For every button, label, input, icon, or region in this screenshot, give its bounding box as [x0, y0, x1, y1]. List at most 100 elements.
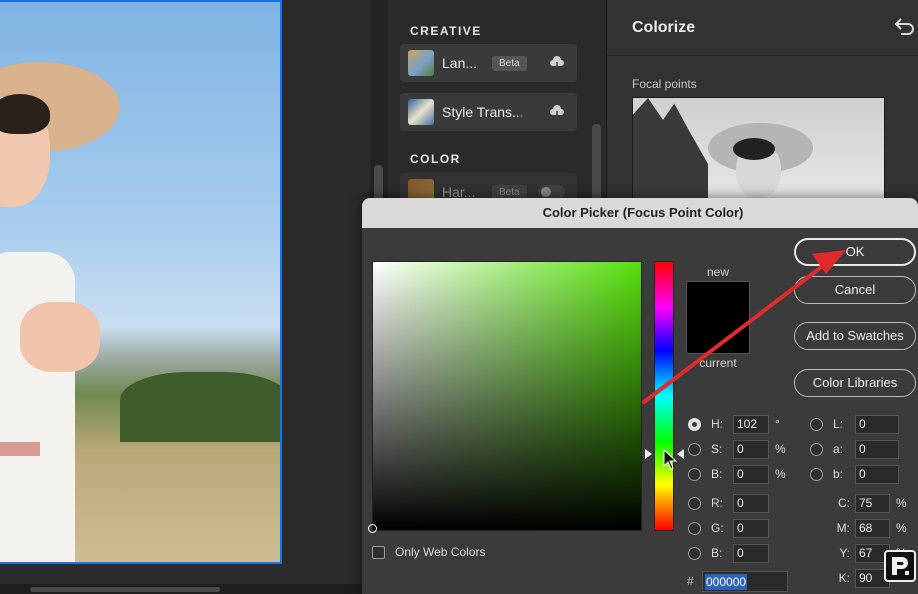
canvas-vertical-scrollbar[interactable] — [370, 0, 388, 200]
only-web-colors-option[interactable]: Only Web Colors — [372, 545, 485, 559]
hue-row: H: 102 ° — [688, 414, 780, 434]
panel-title: Colorize — [632, 19, 696, 36]
magenta-input[interactable]: 68 — [855, 518, 890, 538]
hue-label: H: — [711, 417, 723, 431]
filter-item-style-transfer[interactable]: Style Trans... — [400, 93, 577, 131]
hex-value-selected: 000000 — [705, 574, 748, 590]
lab-b-input[interactable]: 0 — [855, 464, 899, 484]
yellow-label: Y: — [839, 546, 850, 560]
cloud-download-icon[interactable] — [549, 56, 565, 70]
cyan-label: C: — [838, 496, 850, 510]
document-photo[interactable] — [0, 0, 282, 564]
only-web-colors-checkbox[interactable] — [372, 545, 385, 559]
color-field-cursor[interactable] — [368, 524, 377, 533]
brightness-radio[interactable] — [688, 467, 701, 481]
toggle-switch[interactable] — [539, 185, 565, 199]
saturation-brightness-field[interactable] — [372, 261, 642, 531]
saturation-label: S: — [711, 442, 723, 456]
lab-l-radio[interactable] — [810, 417, 823, 431]
green-radio[interactable] — [688, 521, 701, 535]
saturation-input[interactable]: 0 — [733, 439, 769, 459]
lab-b-label: b: — [833, 467, 844, 481]
red-radio[interactable] — [688, 496, 701, 510]
undo-icon[interactable] — [893, 18, 915, 36]
canvas-vertical-scrollbar-thumb[interactable] — [374, 165, 383, 200]
lab-l-label: L: — [833, 417, 844, 431]
black-label: K: — [838, 571, 850, 585]
saturation-unit: % — [775, 442, 786, 456]
brightness-label: B: — [711, 467, 723, 481]
preview-trees — [633, 98, 708, 206]
magenta-row: M: 68 % — [830, 518, 907, 538]
horizontal-scrollbar[interactable] — [0, 584, 372, 594]
hue-slider[interactable] — [654, 261, 674, 531]
ok-button[interactable]: OK — [794, 238, 916, 266]
photo-belt — [0, 442, 40, 456]
landscape-thumbnail — [408, 50, 434, 76]
magenta-label: M: — [836, 521, 850, 535]
cancel-button[interactable]: Cancel — [794, 276, 916, 304]
green-input[interactable]: 0 — [733, 518, 769, 538]
red-input[interactable]: 0 — [733, 493, 769, 513]
horizontal-scrollbar-thumb[interactable] — [30, 587, 220, 592]
lab-l-row: L: 0 — [810, 414, 899, 434]
lab-a-label: a: — [833, 442, 844, 456]
blue-row: B: 0 — [688, 543, 769, 563]
blue-input[interactable]: 0 — [733, 543, 769, 563]
current-color-swatch[interactable] — [686, 317, 750, 354]
beta-badge: Beta — [492, 55, 527, 71]
green-row: G: 0 — [688, 518, 769, 538]
dialog-titlebar[interactable]: Color Picker (Focus Point Color) — [362, 198, 918, 228]
hex-prefix: # — [687, 574, 694, 588]
filters-scrollbar[interactable] — [592, 124, 601, 200]
style-transfer-thumbnail — [408, 99, 434, 125]
photo-trees — [120, 372, 280, 442]
saturation-radio[interactable] — [688, 442, 701, 456]
cloud-download-icon[interactable] — [549, 105, 565, 119]
watermark-glyph-icon — [892, 557, 909, 575]
focal-points-label: Focal points — [632, 77, 697, 91]
hue-unit: ° — [775, 417, 780, 431]
lab-b-radio[interactable] — [810, 467, 823, 481]
brightness-input[interactable]: 0 — [733, 464, 769, 484]
lab-l-input[interactable]: 0 — [855, 414, 899, 434]
hue-radio[interactable] — [688, 417, 701, 431]
photo-hair — [0, 94, 50, 134]
color-libraries-button[interactable]: Color Libraries — [794, 369, 916, 397]
filters-panel: CREATIVE Lan... Beta Style Trans... COLO… — [388, 0, 606, 211]
hue-slider-left-arrow[interactable] — [645, 449, 652, 459]
canvas-area — [0, 0, 372, 594]
hue-input[interactable]: 102 — [733, 414, 769, 434]
hex-input[interactable]: 000000 — [702, 571, 788, 592]
magenta-unit: % — [896, 521, 907, 535]
lab-a-row: a: 0 — [810, 439, 899, 459]
cyan-row: C: 75 % — [830, 493, 907, 513]
green-label: G: — [711, 521, 724, 535]
new-color-swatch — [686, 281, 750, 317]
blue-radio[interactable] — [688, 546, 701, 560]
colorize-panel: Colorize Focal points — [606, 0, 918, 207]
cyan-unit: % — [896, 496, 907, 510]
dialog-title: Color Picker (Focus Point Color) — [542, 205, 744, 220]
photo-hands — [20, 302, 100, 372]
lab-a-input[interactable]: 0 — [855, 439, 899, 459]
watermark-logo-icon — [884, 550, 916, 582]
black-row: K: 90 — [830, 568, 890, 588]
saturation-row: S: 0 % — [688, 439, 786, 459]
brightness-row: B: 0 % — [688, 464, 786, 484]
filter-item-landscape[interactable]: Lan... Beta — [400, 44, 577, 82]
section-title-creative: CREATIVE — [410, 24, 482, 38]
colorize-panel-header: Colorize — [607, 0, 918, 56]
brightness-unit: % — [775, 467, 786, 481]
new-color-label: new — [706, 265, 729, 279]
focal-points-preview[interactable] — [632, 97, 885, 207]
current-color-label: current — [699, 356, 737, 370]
lab-a-radio[interactable] — [810, 442, 823, 456]
red-label: R: — [711, 496, 723, 510]
add-to-swatches-button[interactable]: Add to Swatches — [794, 322, 916, 350]
photo-dress — [0, 252, 75, 562]
cyan-input[interactable]: 75 — [855, 493, 890, 513]
blue-label: B: — [711, 546, 723, 560]
hue-slider-right-arrow[interactable] — [677, 449, 684, 459]
app-window: CREATIVE Lan... Beta Style Trans... COLO… — [0, 0, 918, 594]
